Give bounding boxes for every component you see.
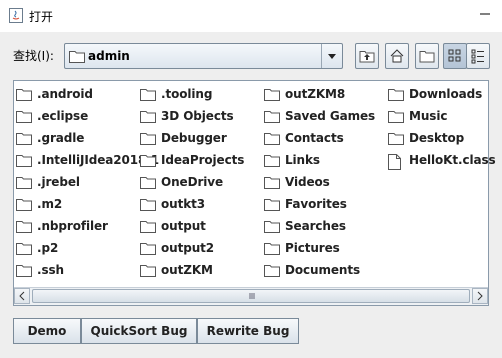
folder-icon: [264, 133, 280, 145]
folder-icon: [140, 133, 156, 145]
file-name: Contacts: [285, 131, 344, 145]
file-name: .p2: [37, 241, 59, 255]
folder-icon: [140, 89, 156, 101]
folder-icon: [140, 199, 156, 211]
file-name: .jrebel: [37, 175, 80, 189]
new-folder-button[interactable]: [415, 43, 439, 69]
folder-icon: [69, 51, 85, 63]
up-folder-icon: [359, 51, 375, 63]
folder-icon: [16, 133, 32, 145]
folder-icon: [140, 177, 156, 189]
folder-icon: [264, 155, 280, 167]
folder-icon: [388, 133, 404, 145]
folder-icon: [264, 265, 280, 277]
new-folder-icon: [419, 51, 435, 63]
file-name: Searches: [285, 219, 346, 233]
folder-icon: [16, 177, 32, 189]
folder-icon: [16, 221, 32, 233]
file-name: output2: [161, 241, 215, 255]
details-view-icon: [471, 49, 484, 64]
folder-icon: [388, 89, 404, 101]
scroll-left-button[interactable]: [14, 288, 30, 304]
folder-icon: [264, 177, 280, 189]
list-view-icon: [448, 49, 461, 62]
quicksort-bug-button[interactable]: QuickSort Bug: [81, 318, 197, 344]
folder-icon: [140, 111, 156, 123]
file-name: Downloads: [409, 87, 483, 101]
file-name: .android: [37, 87, 93, 101]
home-icon: [390, 49, 404, 63]
file-name: Debugger: [161, 131, 227, 145]
file-name: .eclipse: [37, 109, 89, 123]
file-name: 3D Objects: [161, 109, 234, 123]
folder-icon: [388, 111, 404, 123]
scroll-right-button[interactable]: [472, 288, 488, 304]
folder-icon: [16, 111, 32, 123]
open-dialog: 打开 查找(I): admin .android .eclipse .gradl…: [0, 0, 502, 358]
title-bar: 打开: [0, 0, 502, 32]
file-name: Saved Games: [285, 109, 376, 123]
folder-icon: [16, 89, 32, 101]
folder-icon: [140, 155, 156, 167]
folder-icon: [16, 265, 32, 277]
look-in-combo[interactable]: admin: [64, 43, 343, 69]
file-name: Links: [285, 153, 320, 167]
file-name: OneDrive: [161, 175, 224, 189]
folder-icon: [264, 111, 280, 123]
folder-icon: [16, 199, 32, 211]
file-name: Videos: [285, 175, 330, 189]
folder-icon: [264, 89, 280, 101]
folder-icon: [140, 243, 156, 255]
file-icon: [388, 154, 401, 170]
minimize-icon[interactable]: [478, 7, 492, 21]
file-name: HelloKt.class: [409, 153, 496, 167]
folder-icon: [16, 155, 32, 167]
folder-icon: [140, 221, 156, 233]
demo-button[interactable]: Demo: [13, 318, 81, 344]
scroll-thumb[interactable]: [32, 289, 470, 303]
details-view-button[interactable]: [466, 43, 490, 69]
home-button[interactable]: [385, 43, 409, 69]
file-name: .ssh: [37, 263, 64, 277]
folder-icon: [16, 243, 32, 255]
rewrite-bug-button[interactable]: Rewrite Bug: [197, 318, 299, 344]
file-name: IdeaProjects: [161, 153, 245, 167]
folder-icon: [140, 265, 156, 277]
file-name: Documents: [285, 263, 361, 277]
grip-icon: [249, 293, 255, 299]
file-name: outZKM8: [285, 87, 346, 101]
look-in-value: admin: [88, 49, 130, 63]
file-name: output: [161, 219, 206, 233]
horizontal-scrollbar[interactable]: [14, 287, 488, 305]
list-view-button[interactable]: [443, 43, 467, 69]
chevron-right-icon: [477, 291, 483, 301]
file-name: Favorites: [285, 197, 347, 211]
file-name: Music: [409, 109, 448, 123]
folder-icon: [264, 199, 280, 211]
file-name: outkt3: [161, 197, 205, 211]
folder-icon: [264, 221, 280, 233]
file-name: .nbprofiler: [37, 219, 108, 233]
file-name: .m2: [37, 197, 63, 211]
file-name: .tooling: [161, 87, 213, 101]
window-title: 打开: [29, 10, 54, 24]
look-in-label: 查找(I):: [13, 49, 54, 63]
java-app-icon: [9, 8, 23, 23]
chevron-left-icon: [19, 291, 25, 301]
file-name: Pictures: [285, 241, 340, 255]
file-name: Desktop: [409, 131, 465, 145]
file-list[interactable]: .android .eclipse .gradle .IntelliJIdea2018…: [13, 80, 496, 306]
file-name: outZKM: [161, 263, 213, 277]
folder-icon: [264, 243, 280, 255]
chevron-down-icon[interactable]: [321, 44, 342, 68]
file-name: .gradle: [37, 131, 85, 145]
up-one-level-button[interactable]: [355, 43, 379, 69]
